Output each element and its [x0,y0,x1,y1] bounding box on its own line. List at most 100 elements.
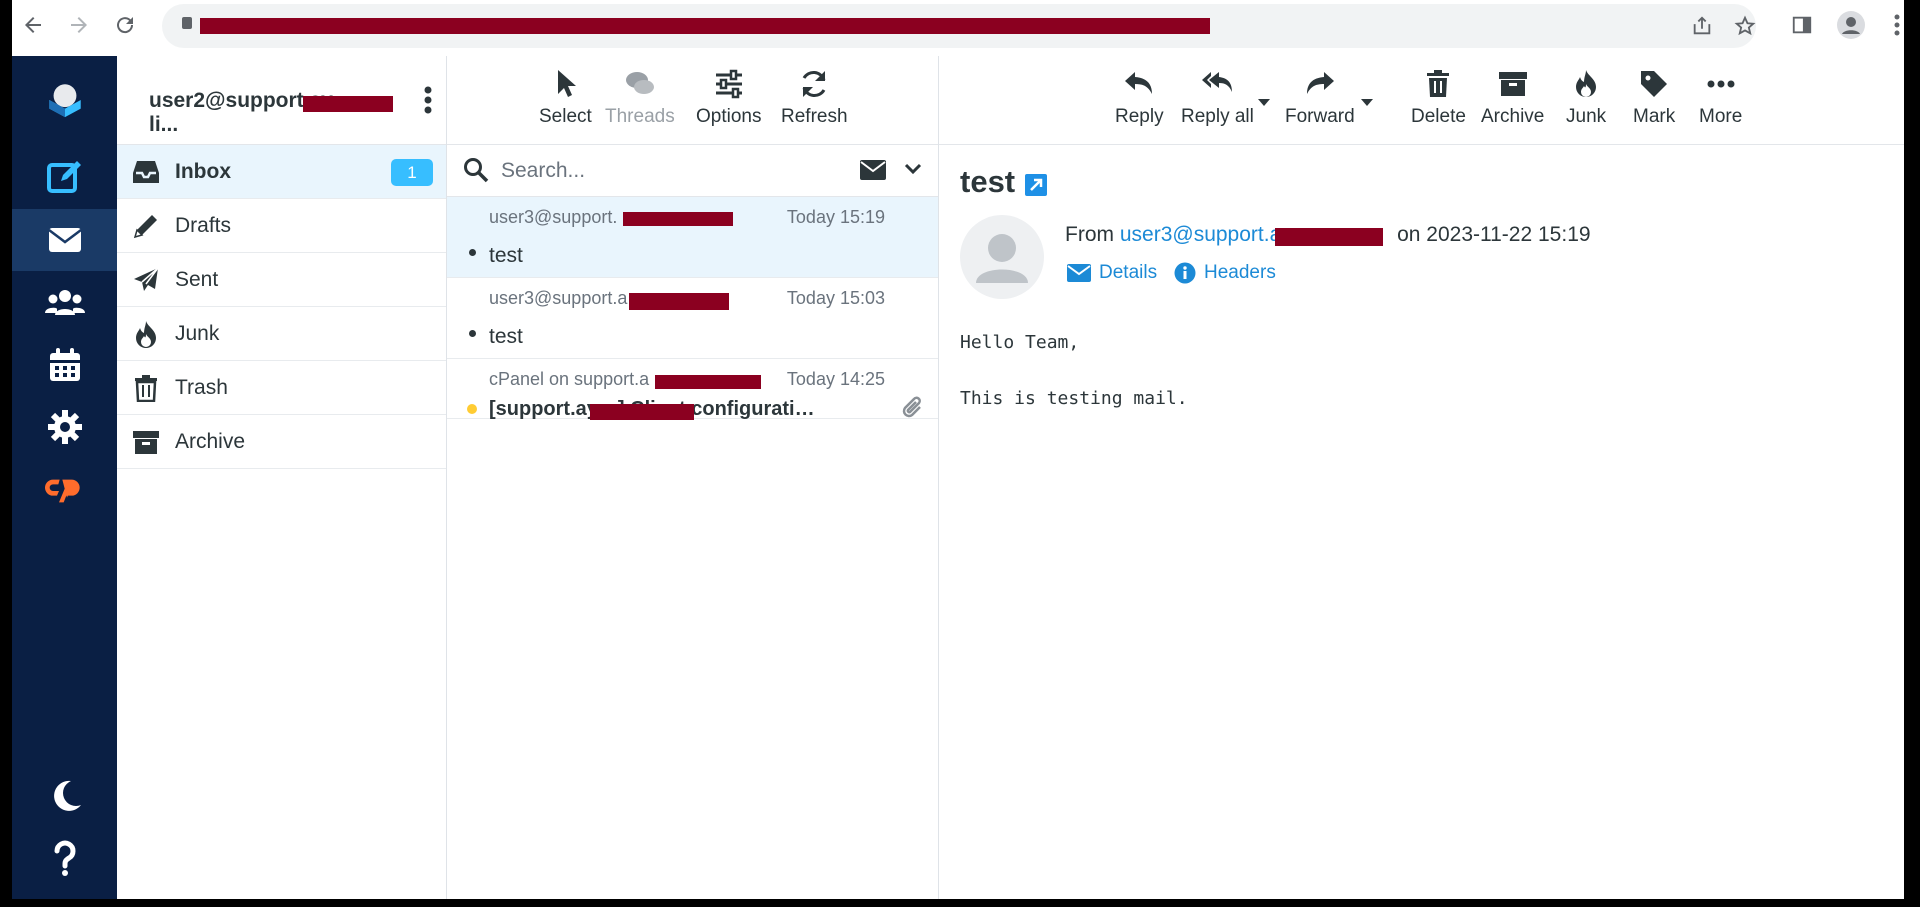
redaction [655,375,761,389]
info-icon [1174,262,1196,284]
open-in-new-window-icon[interactable] [1025,174,1047,196]
archive-icon [131,427,161,457]
pencil-icon [131,211,161,241]
details-link[interactable]: Details [1067,262,1157,284]
moon-icon[interactable] [12,764,117,826]
chevron-down-icon[interactable] [904,162,922,181]
url-bar[interactable] [162,4,1756,48]
reply-icon [1125,72,1153,94]
flag-dot [467,404,477,414]
pointer-icon [558,70,577,97]
message-list-panel: Select Threads Options Refresh user3@sup… [447,56,939,899]
message-toolbar: Reply Reply all Forward Delete Archive J… [939,56,1904,145]
message-subject: test [489,325,523,348]
lock-icon [182,17,192,29]
message-view-panel: Reply Reply all Forward Delete Archive J… [939,56,1904,899]
envelope-filter-icon[interactable] [860,160,886,185]
reply-button[interactable]: Reply [1115,68,1164,128]
account-redaction [303,96,393,112]
options-button[interactable]: Options [696,68,761,128]
refresh-button[interactable]: Refresh [781,68,848,128]
main-nav [12,56,117,899]
message-row[interactable]: user3@support.a Today 15:03 test [447,278,938,359]
forward-dropdown-icon[interactable] [1360,94,1374,112]
fire-icon [1576,70,1597,97]
forward-arrow-icon[interactable] [64,10,94,40]
message-date: Today 15:03 [786,288,885,308]
folder-panel: user2@support.ayli... Inbox 1 Drafts Sen… [117,56,447,899]
message-subject: test [489,244,523,267]
sender-email-link[interactable]: user3@support.a [1120,223,1281,246]
fire-icon [131,319,161,349]
mark-button[interactable]: Mark [1633,68,1675,128]
sliders-icon [715,69,742,99]
roundcube-logo-icon[interactable] [12,64,117,136]
browser-toolbar [12,0,1904,56]
avatar [960,215,1044,299]
message-date: Today 15:19 [786,207,885,227]
folder-sent[interactable]: Sent [117,253,446,307]
archive-button[interactable]: Archive [1481,68,1544,128]
trash-icon [1427,70,1450,97]
redaction [623,212,733,226]
paper-plane-icon [131,265,161,295]
folder-label: Junk [175,321,220,345]
trash-icon [131,373,161,403]
message-row[interactable]: cPanel on support.a Today 14:25 [support… [447,359,938,420]
redaction [590,404,694,420]
paperclip-icon [900,396,924,425]
message-title: test [960,164,1016,199]
refresh-icon [802,71,826,97]
message-body: Hello Team, This is testing mail. [960,332,1188,409]
ellipsis-icon [1707,80,1735,88]
folder-archive[interactable]: Archive [117,415,446,469]
redaction [1275,228,1383,246]
cpanel-logo-icon[interactable] [12,458,117,520]
read-status-dot [469,249,476,256]
threads-button[interactable]: Threads [605,68,675,128]
account-email: user2@support.ayli... [149,89,333,136]
contacts-icon[interactable] [12,272,117,334]
junk-button[interactable]: Junk [1566,68,1606,128]
calendar-icon[interactable] [12,334,117,396]
account-menu-icon[interactable] [424,86,432,119]
message-row[interactable]: user3@support. Today 15:19 test [447,197,938,278]
folder-trash[interactable]: Trash [117,361,446,415]
search-input[interactable] [499,154,823,188]
message-from: user3@support. [489,207,618,227]
envelope-icon [1067,264,1091,282]
folder-label: Archive [175,429,246,453]
star-icon[interactable] [1730,11,1760,41]
forward-button[interactable]: Forward [1285,68,1355,128]
message-date: Today 14:25 [786,369,885,389]
search-icon [463,157,489,188]
forward-icon [1306,72,1334,94]
compose-icon[interactable] [12,146,117,208]
side-panel-icon[interactable] [1787,10,1817,40]
select-button[interactable]: Select [539,68,592,128]
comments-icon [625,72,654,94]
tag-icon [1641,71,1668,97]
back-arrow-icon[interactable] [18,10,48,40]
delete-button[interactable]: Delete [1411,68,1466,128]
headers-link[interactable]: Headers [1174,262,1276,284]
profile-icon[interactable] [1836,10,1866,40]
folder-drafts[interactable]: Drafts [117,199,446,253]
reply-all-button[interactable]: Reply all [1181,68,1254,128]
redaction [629,293,729,310]
message-from: cPanel on support.a [489,369,650,389]
window-edge [1904,0,1920,907]
more-button[interactable]: More [1699,68,1742,128]
message-date: on 2023-11-22 15:19 [1397,223,1591,246]
gear-icon[interactable] [12,396,117,458]
question-icon[interactable] [12,826,117,888]
reply-all-dropdown-icon[interactable] [1257,94,1271,112]
message-from: user3@support.a [489,288,628,308]
folder-label: Drafts [175,213,232,237]
folder-inbox[interactable]: Inbox 1 [117,145,446,199]
unread-count-badge: 1 [391,159,433,186]
envelope-icon[interactable] [12,209,117,271]
folder-junk[interactable]: Junk [117,307,446,361]
share-icon[interactable] [1687,11,1717,41]
reload-icon[interactable] [110,10,140,40]
